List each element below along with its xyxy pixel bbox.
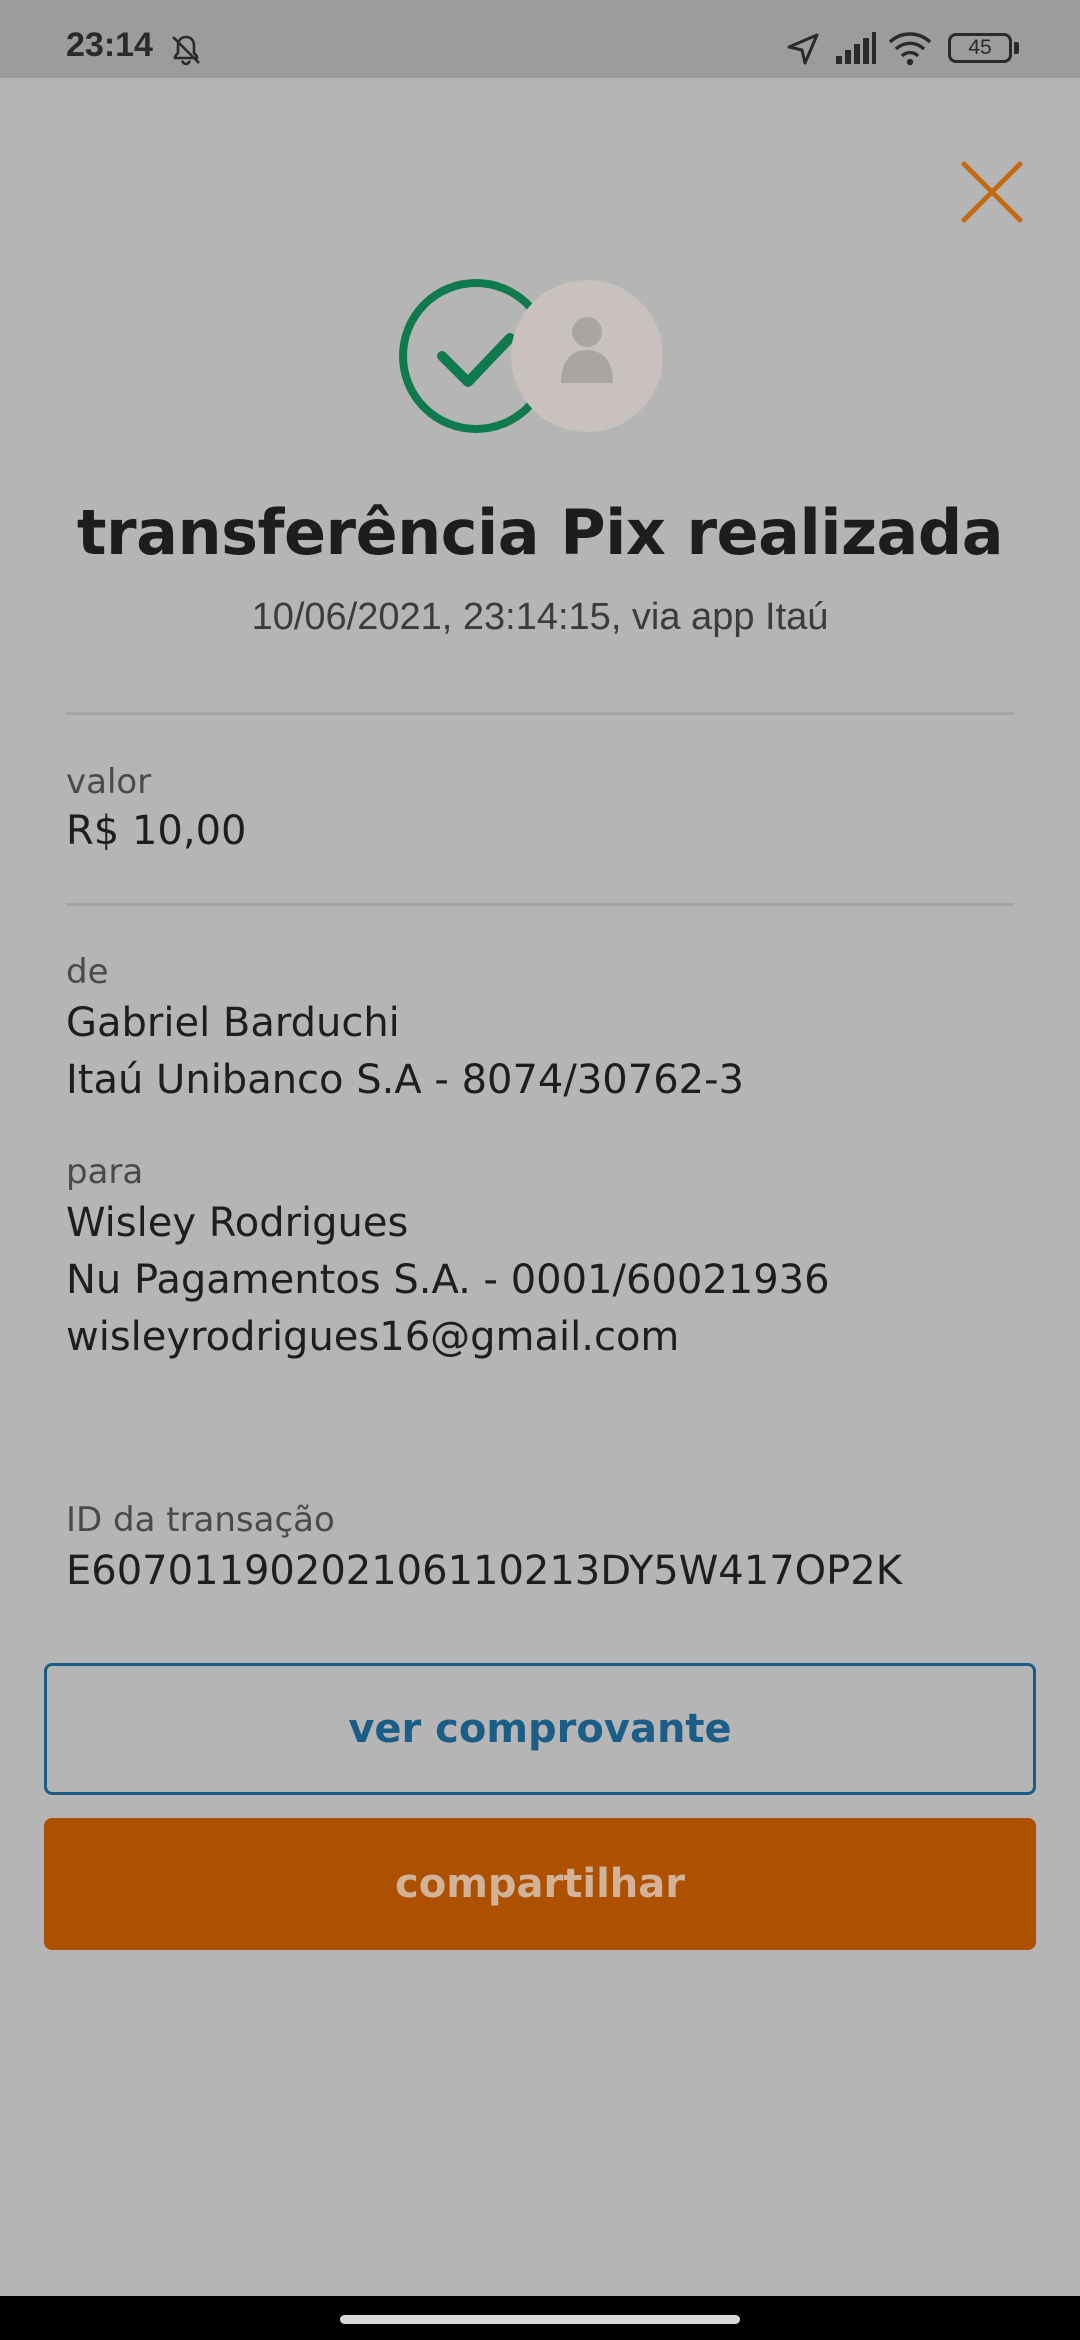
share-button[interactable]: compartilhar (44, 1818, 1036, 1950)
hero-icons (399, 279, 663, 433)
view-receipt-button[interactable]: ver comprovante (44, 1663, 1036, 1795)
battery-icon: 45 (948, 33, 1012, 63)
page-title: transferência Pix realizada (76, 496, 1004, 569)
recipient-name: Wisley Rodrigues (66, 1200, 409, 1246)
transfer-datetime: 10/06/2021, 23:14:15, via app Itaú (251, 596, 829, 638)
battery-tip (1014, 42, 1019, 54)
status-time: 23:14 (66, 26, 153, 64)
sender-label: de (66, 952, 109, 992)
signal-icon (836, 32, 876, 64)
person-avatar-icon (511, 280, 663, 432)
sender-bank: Itaú Unibanco S.A - 8074/30762-3 (66, 1057, 744, 1103)
recipient-label: para (66, 1152, 144, 1192)
wifi-icon (888, 32, 932, 66)
bell-off-icon (172, 35, 200, 66)
divider (66, 712, 1014, 715)
home-indicator[interactable] (340, 2315, 740, 2324)
recipient-email: wisleyrodrigues16@gmail.com (66, 1314, 680, 1360)
amount-label: valor (66, 762, 152, 802)
divider (66, 903, 1014, 906)
transaction-id-value: E60701190202106110213DY5W417OP2K (66, 1548, 902, 1594)
amount-value: R$ 10,00 (66, 808, 247, 854)
sender-name: Gabriel Barduchi (66, 1000, 400, 1046)
transaction-id-label: ID da transação (66, 1500, 335, 1540)
recipient-bank: Nu Pagamentos S.A. - 0001/60021936 (66, 1257, 830, 1303)
status-bar: 23:14 45 (0, 0, 1080, 78)
close-icon[interactable] (960, 160, 1024, 224)
location-arrow-icon (787, 33, 819, 65)
